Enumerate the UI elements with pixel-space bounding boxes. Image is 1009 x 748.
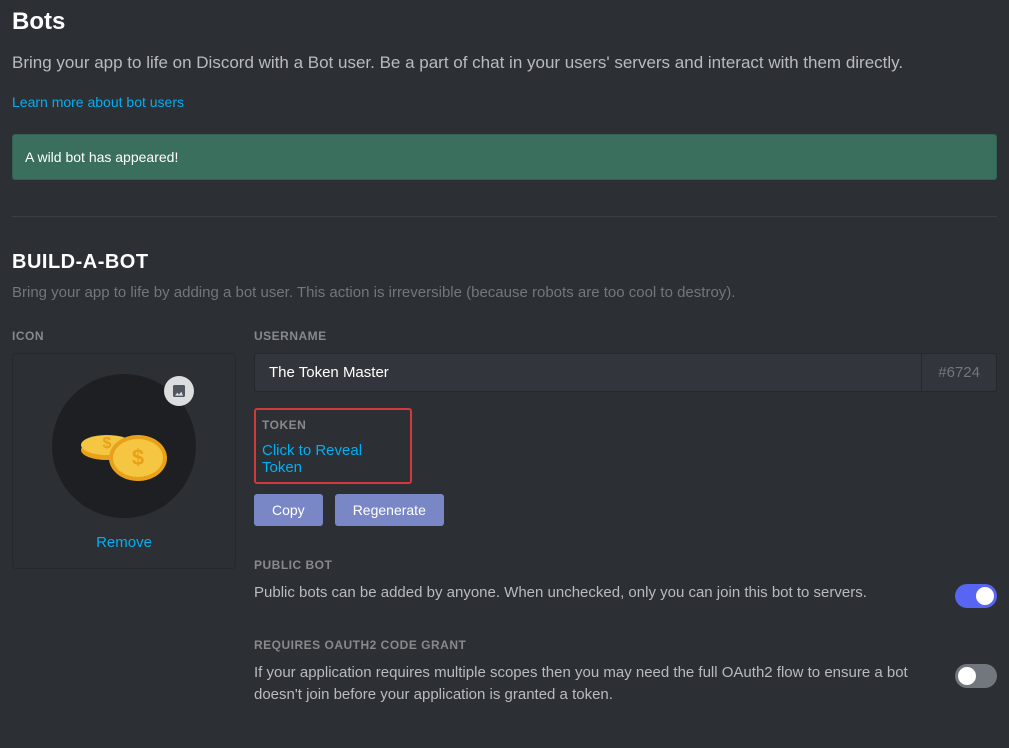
icon-box: Remove xyxy=(12,353,236,569)
username-label: USERNAME xyxy=(254,329,997,343)
oauth-grant-description: If your application requires multiple sc… xyxy=(254,662,935,707)
success-banner: A wild bot has appeared! xyxy=(12,134,997,180)
page-title: Bots xyxy=(12,8,997,36)
upload-image-button[interactable] xyxy=(164,376,194,406)
public-bot-toggle[interactable] xyxy=(955,584,997,608)
build-description: Bring your app to life by adding a bot u… xyxy=(12,284,997,301)
oauth-grant-label: REQUIRES OAUTH2 CODE GRANT xyxy=(254,638,997,652)
coins-icon xyxy=(81,411,167,481)
learn-more-link[interactable]: Learn more about bot users xyxy=(12,94,184,110)
reveal-token-link[interactable]: Click to Reveal Token xyxy=(262,442,404,476)
public-bot-label: PUBLIC BOT xyxy=(254,558,997,572)
username-input[interactable] xyxy=(254,353,921,392)
regenerate-button[interactable]: Regenerate xyxy=(335,494,444,526)
copy-button[interactable]: Copy xyxy=(254,494,323,526)
remove-icon-link[interactable]: Remove xyxy=(96,534,152,551)
discriminator: #6724 xyxy=(921,353,997,392)
image-add-icon xyxy=(171,383,187,399)
divider xyxy=(12,216,997,217)
page-description: Bring your app to life on Discord with a… xyxy=(12,50,997,76)
token-label: TOKEN xyxy=(262,418,404,432)
oauth-grant-toggle[interactable] xyxy=(955,664,997,688)
token-section: TOKEN Click to Reveal Token xyxy=(254,408,412,484)
public-bot-description: Public bots can be added by anyone. When… xyxy=(254,582,935,605)
icon-label: ICON xyxy=(12,329,236,343)
build-heading: BUILD-A-BOT xyxy=(12,251,997,274)
